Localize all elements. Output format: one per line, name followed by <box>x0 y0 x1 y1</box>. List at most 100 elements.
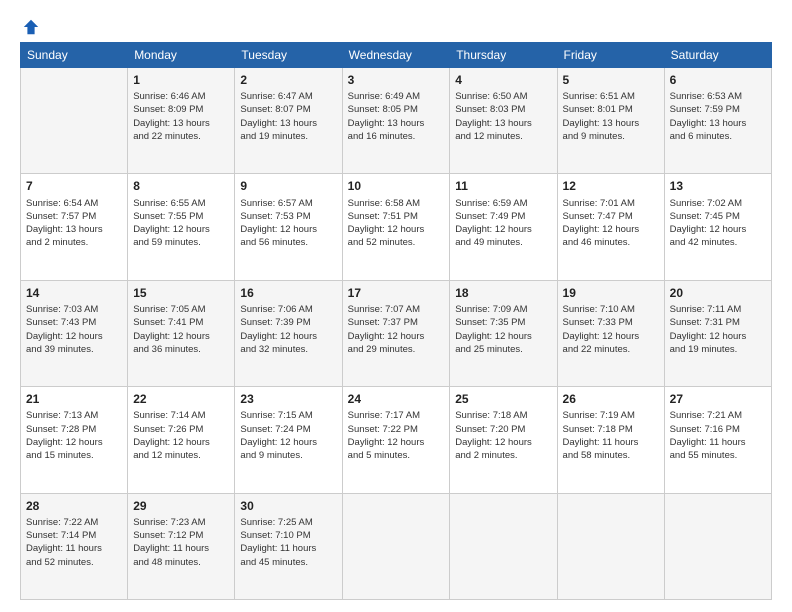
calendar-day-cell: 12 Sunrise: 7:01 AM Sunset: 7:47 PM Dayli… <box>557 174 664 280</box>
day-info: Sunrise: 6:51 AM Sunset: 8:01 PM Dayligh… <box>563 90 659 143</box>
day-info: Sunrise: 7:21 AM Sunset: 7:16 PM Dayligh… <box>670 409 766 462</box>
day-info: Sunrise: 6:47 AM Sunset: 8:07 PM Dayligh… <box>240 90 336 143</box>
day-info: Sunrise: 7:07 AM Sunset: 7:37 PM Dayligh… <box>348 303 445 356</box>
day-number: 16 <box>240 285 336 301</box>
page: SundayMondayTuesdayWednesdayThursdayFrid… <box>0 0 792 612</box>
calendar-day-cell: 3 Sunrise: 6:49 AM Sunset: 8:05 PM Daylig… <box>342 68 450 174</box>
day-info: Sunrise: 6:59 AM Sunset: 7:49 PM Dayligh… <box>455 197 551 250</box>
calendar-day-cell: 30 Sunrise: 7:25 AM Sunset: 7:10 PM Dayli… <box>235 493 342 599</box>
day-number: 15 <box>133 285 229 301</box>
calendar-day-cell: 10Sunrise: 6:58 AM Sunset: 7:51 PM Dayli… <box>342 174 450 280</box>
calendar-day-cell: 25 Sunrise: 7:18 AM Sunset: 7:20 PM Dayli… <box>450 387 557 493</box>
day-number: 2 <box>240 72 336 88</box>
calendar-day-cell: 26Sunrise: 7:19 AM Sunset: 7:18 PM Dayli… <box>557 387 664 493</box>
day-number: 6 <box>670 72 766 88</box>
calendar-day-cell: 18 Sunrise: 7:09 AM Sunset: 7:35 PM Dayli… <box>450 280 557 386</box>
logo <box>20 18 40 32</box>
calendar-day-cell <box>664 493 771 599</box>
calendar-table: SundayMondayTuesdayWednesdayThursdayFrid… <box>20 42 772 600</box>
calendar-week-row: 28 Sunrise: 7:22 AM Sunset: 7:14 PM Dayli… <box>21 493 772 599</box>
day-number: 3 <box>348 72 445 88</box>
day-number: 20 <box>670 285 766 301</box>
day-number: 19 <box>563 285 659 301</box>
day-number: 18 <box>455 285 551 301</box>
day-number: 10 <box>348 178 445 194</box>
day-info: Sunrise: 7:06 AM Sunset: 7:39 PM Dayligh… <box>240 303 336 356</box>
weekday-header-saturday: Saturday <box>664 43 771 68</box>
day-info: Sunrise: 6:54 AM Sunset: 7:57 PM Dayligh… <box>26 197 122 250</box>
day-number: 5 <box>563 72 659 88</box>
calendar-day-cell: 29 Sunrise: 7:23 AM Sunset: 7:12 PM Dayli… <box>128 493 235 599</box>
day-number: 9 <box>240 178 336 194</box>
logo-icon <box>22 18 40 36</box>
day-number: 21 <box>26 391 122 407</box>
calendar-day-cell: 2 Sunrise: 6:47 AM Sunset: 8:07 PM Daylig… <box>235 68 342 174</box>
day-info: Sunrise: 7:23 AM Sunset: 7:12 PM Dayligh… <box>133 516 229 569</box>
calendar-day-cell: 5 Sunrise: 6:51 AM Sunset: 8:01 PM Daylig… <box>557 68 664 174</box>
day-number: 27 <box>670 391 766 407</box>
calendar-week-row: 21 Sunrise: 7:13 AM Sunset: 7:28 PM Dayli… <box>21 387 772 493</box>
calendar-day-cell: 15 Sunrise: 7:05 AM Sunset: 7:41 PM Dayli… <box>128 280 235 386</box>
weekday-header-sunday: Sunday <box>21 43 128 68</box>
weekday-header-wednesday: Wednesday <box>342 43 450 68</box>
calendar-day-cell: 20Sunrise: 7:11 AM Sunset: 7:31 PM Dayli… <box>664 280 771 386</box>
day-number: 13 <box>670 178 766 194</box>
calendar-header-row: SundayMondayTuesdayWednesdayThursdayFrid… <box>21 43 772 68</box>
day-info: Sunrise: 7:05 AM Sunset: 7:41 PM Dayligh… <box>133 303 229 356</box>
calendar-day-cell <box>342 493 450 599</box>
calendar-day-cell: 8Sunrise: 6:55 AM Sunset: 7:55 PM Daylig… <box>128 174 235 280</box>
day-number: 25 <box>455 391 551 407</box>
calendar-day-cell <box>450 493 557 599</box>
calendar-day-cell: 11Sunrise: 6:59 AM Sunset: 7:49 PM Dayli… <box>450 174 557 280</box>
calendar-day-cell: 7 Sunrise: 6:54 AM Sunset: 7:57 PM Daylig… <box>21 174 128 280</box>
calendar-week-row: 1Sunrise: 6:46 AM Sunset: 8:09 PM Daylig… <box>21 68 772 174</box>
calendar-day-cell: 24Sunrise: 7:17 AM Sunset: 7:22 PM Dayli… <box>342 387 450 493</box>
header <box>20 18 772 32</box>
calendar-day-cell: 9 Sunrise: 6:57 AM Sunset: 7:53 PM Daylig… <box>235 174 342 280</box>
calendar-day-cell: 27 Sunrise: 7:21 AM Sunset: 7:16 PM Dayli… <box>664 387 771 493</box>
day-info: Sunrise: 7:22 AM Sunset: 7:14 PM Dayligh… <box>26 516 122 569</box>
weekday-header-friday: Friday <box>557 43 664 68</box>
day-info: Sunrise: 7:14 AM Sunset: 7:26 PM Dayligh… <box>133 409 229 462</box>
day-number: 29 <box>133 498 229 514</box>
weekday-header-monday: Monday <box>128 43 235 68</box>
day-info: Sunrise: 7:09 AM Sunset: 7:35 PM Dayligh… <box>455 303 551 356</box>
day-info: Sunrise: 6:53 AM Sunset: 7:59 PM Dayligh… <box>670 90 766 143</box>
calendar-day-cell: 22 Sunrise: 7:14 AM Sunset: 7:26 PM Dayli… <box>128 387 235 493</box>
calendar-day-cell: 17 Sunrise: 7:07 AM Sunset: 7:37 PM Dayli… <box>342 280 450 386</box>
calendar-day-cell: 6 Sunrise: 6:53 AM Sunset: 7:59 PM Daylig… <box>664 68 771 174</box>
day-number: 17 <box>348 285 445 301</box>
calendar-day-cell <box>21 68 128 174</box>
calendar-day-cell: 16 Sunrise: 7:06 AM Sunset: 7:39 PM Dayli… <box>235 280 342 386</box>
weekday-header-tuesday: Tuesday <box>235 43 342 68</box>
day-info: Sunrise: 7:15 AM Sunset: 7:24 PM Dayligh… <box>240 409 336 462</box>
day-info: Sunrise: 7:01 AM Sunset: 7:47 PM Dayligh… <box>563 197 659 250</box>
calendar-day-cell: 28 Sunrise: 7:22 AM Sunset: 7:14 PM Dayli… <box>21 493 128 599</box>
calendar-day-cell <box>557 493 664 599</box>
day-number: 22 <box>133 391 229 407</box>
day-info: Sunrise: 6:57 AM Sunset: 7:53 PM Dayligh… <box>240 197 336 250</box>
day-info: Sunrise: 7:13 AM Sunset: 7:28 PM Dayligh… <box>26 409 122 462</box>
day-info: Sunrise: 6:55 AM Sunset: 7:55 PM Dayligh… <box>133 197 229 250</box>
day-number: 4 <box>455 72 551 88</box>
day-number: 7 <box>26 178 122 194</box>
calendar-week-row: 7 Sunrise: 6:54 AM Sunset: 7:57 PM Daylig… <box>21 174 772 280</box>
calendar-day-cell: 19Sunrise: 7:10 AM Sunset: 7:33 PM Dayli… <box>557 280 664 386</box>
calendar-day-cell: 14 Sunrise: 7:03 AM Sunset: 7:43 PM Dayli… <box>21 280 128 386</box>
day-info: Sunrise: 7:18 AM Sunset: 7:20 PM Dayligh… <box>455 409 551 462</box>
day-number: 28 <box>26 498 122 514</box>
day-info: Sunrise: 7:02 AM Sunset: 7:45 PM Dayligh… <box>670 197 766 250</box>
day-info: Sunrise: 7:25 AM Sunset: 7:10 PM Dayligh… <box>240 516 336 569</box>
day-info: Sunrise: 7:03 AM Sunset: 7:43 PM Dayligh… <box>26 303 122 356</box>
calendar-week-row: 14 Sunrise: 7:03 AM Sunset: 7:43 PM Dayli… <box>21 280 772 386</box>
day-number: 26 <box>563 391 659 407</box>
calendar-day-cell: 23Sunrise: 7:15 AM Sunset: 7:24 PM Dayli… <box>235 387 342 493</box>
day-number: 12 <box>563 178 659 194</box>
calendar-day-cell: 1Sunrise: 6:46 AM Sunset: 8:09 PM Daylig… <box>128 68 235 174</box>
weekday-header-thursday: Thursday <box>450 43 557 68</box>
day-number: 30 <box>240 498 336 514</box>
day-number: 14 <box>26 285 122 301</box>
day-info: Sunrise: 6:49 AM Sunset: 8:05 PM Dayligh… <box>348 90 445 143</box>
day-info: Sunrise: 7:17 AM Sunset: 7:22 PM Dayligh… <box>348 409 445 462</box>
day-info: Sunrise: 6:50 AM Sunset: 8:03 PM Dayligh… <box>455 90 551 143</box>
